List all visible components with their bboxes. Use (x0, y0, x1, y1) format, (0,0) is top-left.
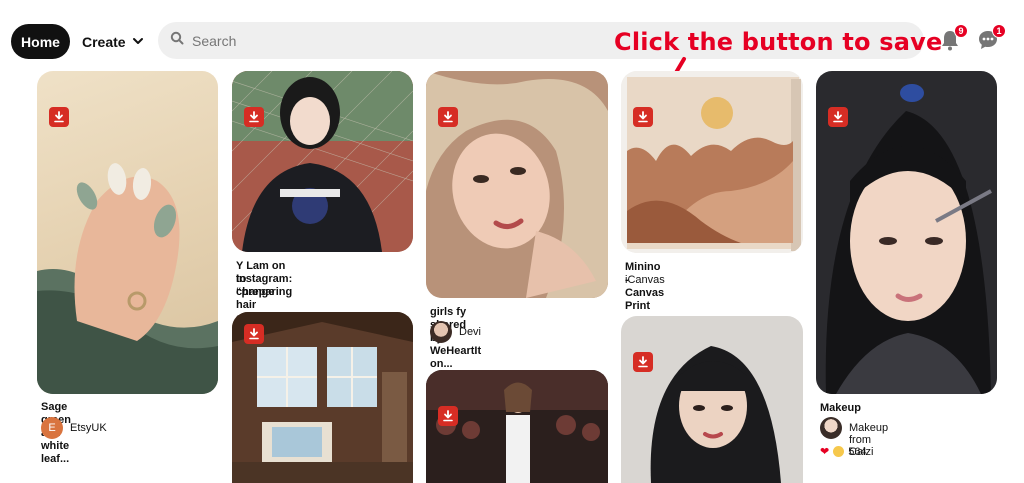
pin-title[interactable]: Makeup (820, 402, 861, 415)
download-icon (833, 111, 843, 123)
pin-image[interactable] (816, 71, 997, 394)
download-icon (54, 111, 64, 123)
pin-title[interactable]: Minino - Canvas Print (625, 261, 664, 313)
download-icon (249, 111, 259, 123)
download-icon (443, 111, 453, 123)
pin-image[interactable] (37, 71, 218, 394)
runway-photo (426, 370, 608, 483)
reactions[interactable]: ❤ 564 (820, 445, 867, 459)
search-icon (170, 31, 184, 50)
avatar[interactable]: E (41, 417, 63, 439)
pin-source[interactable]: EtsyUK (70, 422, 107, 434)
pin-image[interactable] (232, 312, 413, 483)
home-button[interactable]: Home (11, 24, 70, 59)
pin-source[interactable]: Devi (459, 326, 481, 338)
avatar[interactable] (430, 321, 452, 343)
save-button[interactable] (438, 406, 458, 426)
pin-subtitle[interactable]: iCanvas (625, 274, 665, 286)
pin-image[interactable] (426, 370, 608, 483)
download-icon (638, 111, 648, 123)
reaction-count: 564 (848, 445, 867, 458)
save-button[interactable] (49, 107, 69, 127)
save-button[interactable] (828, 107, 848, 127)
search-input[interactable] (192, 32, 492, 49)
pin-image[interactable] (232, 71, 413, 252)
download-icon (638, 356, 648, 368)
canvas-print-artwork (621, 71, 803, 253)
save-button[interactable] (244, 324, 264, 344)
create-label: Create (82, 33, 126, 50)
pin-image[interactable] (621, 71, 803, 253)
messages-button[interactable]: 1 (976, 24, 1006, 56)
top-navigation: Home Create 9 1 Click the button to save (0, 0, 1024, 70)
instruction-callout: Click the button to save (614, 28, 943, 56)
chevron-down-icon (132, 34, 144, 50)
avatar[interactable] (820, 417, 842, 439)
wow-reaction-icon (833, 446, 845, 457)
download-icon (443, 410, 453, 422)
save-button[interactable] (633, 107, 653, 127)
notifications-badge: 9 (954, 24, 968, 38)
messages-badge: 1 (992, 24, 1006, 38)
heart-reaction-icon: ❤ (820, 446, 830, 458)
create-menu-button[interactable]: Create (82, 24, 144, 59)
pin-image[interactable] (426, 71, 608, 298)
portrait-photo (426, 71, 608, 298)
chat-icon (976, 31, 1000, 56)
portrait-photo (621, 316, 803, 483)
download-icon (249, 328, 259, 340)
portrait-photo (232, 71, 413, 252)
save-button[interactable] (244, 107, 264, 127)
pin-image[interactable] (621, 316, 803, 483)
save-button[interactable] (633, 352, 653, 372)
save-button[interactable] (438, 107, 458, 127)
